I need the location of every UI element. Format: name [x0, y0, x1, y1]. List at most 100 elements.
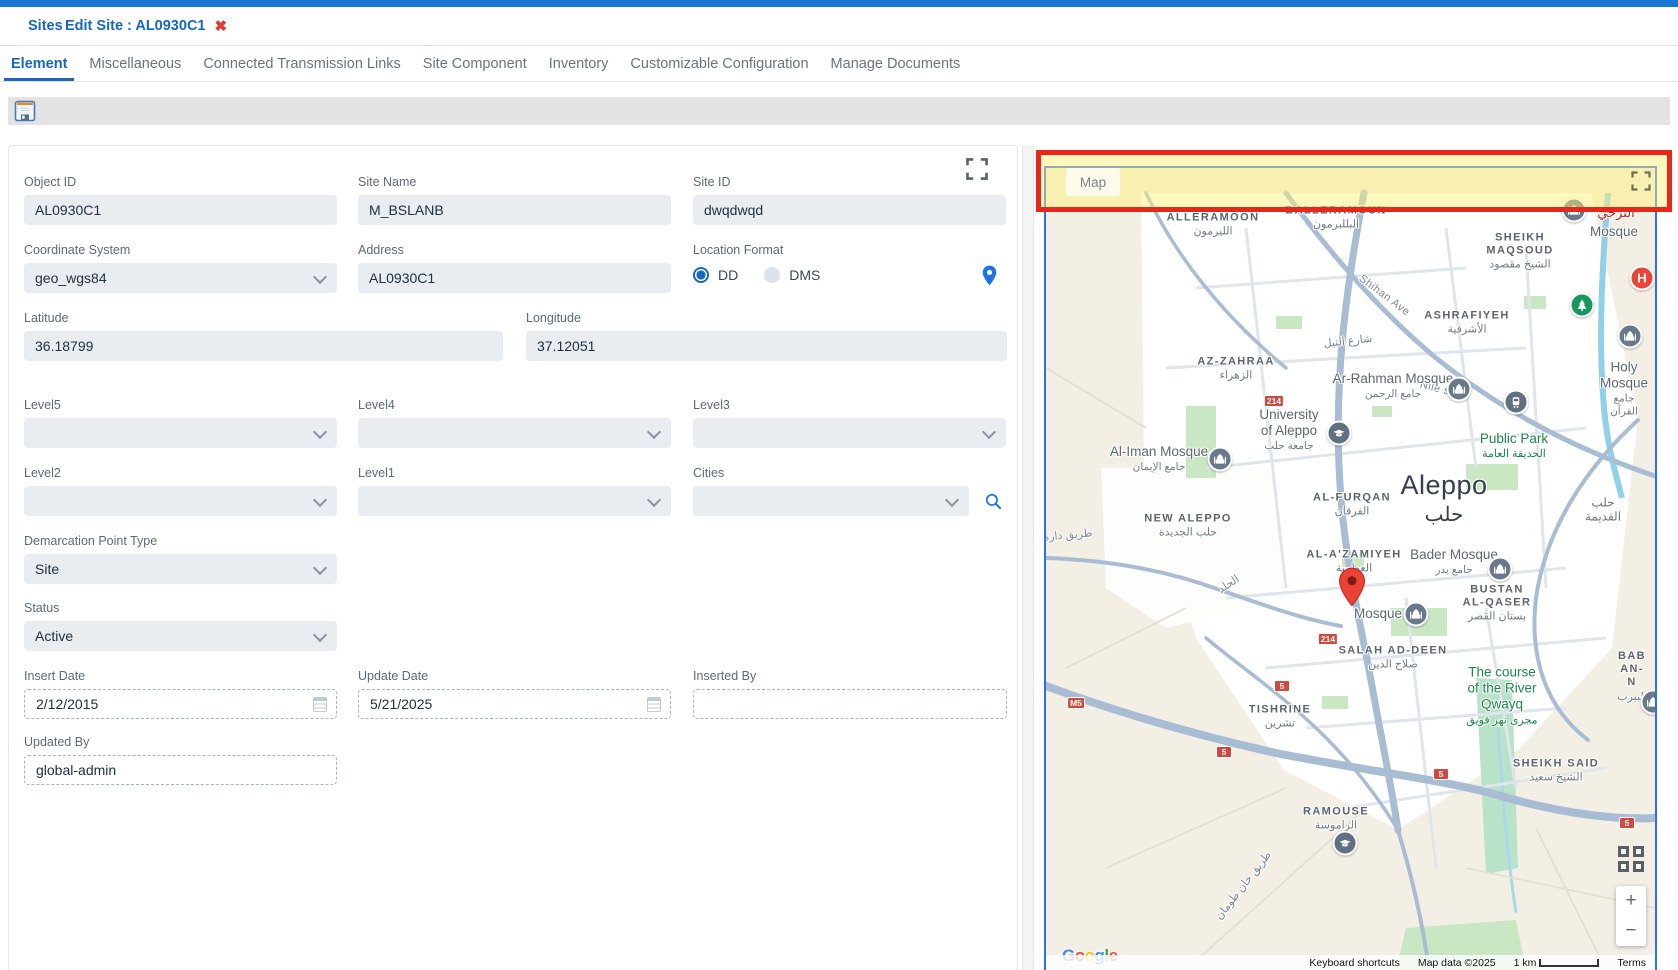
- field-label: Updated By: [24, 735, 337, 749]
- nav-connected-transmission-links[interactable]: Connected Transmission Links: [192, 46, 411, 81]
- nav-inventory[interactable]: Inventory: [538, 46, 620, 81]
- latitude-input[interactable]: 36.18799: [24, 331, 503, 361]
- zoom-in-button[interactable]: +: [1616, 886, 1646, 916]
- field-label: Object ID: [24, 175, 337, 189]
- tree-poi-icon[interactable]: [1570, 293, 1595, 318]
- object-id-value: AL0930C1: [35, 202, 101, 218]
- school-poi-icon[interactable]: [1327, 421, 1352, 446]
- nav-site-component[interactable]: Site Component: [412, 46, 538, 81]
- mosque-poi-icon[interactable]: [1208, 447, 1233, 472]
- field-label: Location Format: [693, 243, 983, 257]
- chevron-down-icon: [647, 425, 661, 439]
- tab-sites[interactable]: Sites: [28, 7, 63, 45]
- map-header-highlight-rect: Map: [1036, 150, 1672, 212]
- mosque-poi-icon[interactable]: [1641, 690, 1658, 715]
- level1-select[interactable]: [358, 486, 671, 516]
- field-longitude: Longitude 37.12051: [526, 311, 1007, 361]
- school-poi-icon[interactable]: [1333, 831, 1358, 856]
- cities-select[interactable]: [693, 486, 969, 516]
- field-level4: Level4: [358, 398, 671, 448]
- cities-search-button[interactable]: [984, 492, 1003, 516]
- level5-select[interactable]: [24, 418, 337, 448]
- map-label: AZ-ZAHRAAالزهراء: [1197, 355, 1274, 382]
- site-name-input[interactable]: M_BSLANB: [358, 195, 671, 225]
- location-pin-icon: [982, 265, 997, 286]
- map-label: الحلد: [1216, 573, 1242, 597]
- show-on-map-pin-button[interactable]: [982, 265, 997, 291]
- map-type-label: Map: [1080, 175, 1106, 190]
- map-label: TISHRINEتشرين: [1249, 703, 1312, 730]
- field-coordinate-system: Coordinate System geo_wgs84: [24, 243, 337, 293]
- nav-element[interactable]: Element: [0, 46, 78, 81]
- field-label: Inserted By: [693, 669, 1007, 683]
- address-value: AL0930C1: [369, 270, 435, 286]
- mosque-poi-icon[interactable]: [1404, 602, 1429, 627]
- inserted-by-input[interactable]: [693, 689, 1007, 719]
- insert-date-value: 2/12/2015: [36, 696, 98, 712]
- map-tiles-toggle-button[interactable]: [1618, 846, 1646, 874]
- field-level2: Level2: [24, 466, 337, 516]
- field-inserted-by: Inserted By: [693, 669, 1007, 719]
- field-insert-date: Insert Date 2/12/2015: [24, 669, 337, 719]
- update-date-input[interactable]: 5/21/2025: [358, 689, 671, 719]
- field-address: Address AL0930C1: [358, 243, 671, 293]
- site-location-marker[interactable]: [1339, 567, 1366, 612]
- map-label: Aleppoحلب: [1400, 469, 1487, 527]
- calendar-icon[interactable]: [647, 697, 661, 712]
- radio-dms[interactable]: DMS: [764, 267, 820, 283]
- save-button[interactable]: [14, 100, 36, 122]
- site-id-input[interactable]: dwqdwqd: [693, 195, 1006, 225]
- terms-link[interactable]: Terms: [1608, 957, 1655, 969]
- object-id-input[interactable]: AL0930C1: [24, 195, 337, 225]
- field-updated-by: Updated By global-admin: [24, 735, 337, 785]
- latitude-value: 36.18799: [35, 338, 93, 354]
- level4-select[interactable]: [358, 418, 671, 448]
- mosque-poi-icon[interactable]: [1618, 324, 1643, 349]
- longitude-input[interactable]: 37.12051: [526, 331, 1007, 361]
- nav-customizable-configuration[interactable]: Customizable Configuration: [619, 46, 819, 81]
- chevron-down-icon: [945, 493, 959, 507]
- map-fullscreen-button[interactable]: [1629, 169, 1653, 193]
- map-type-button[interactable]: Map: [1066, 168, 1120, 196]
- insert-date-input[interactable]: 2/12/2015: [24, 689, 337, 719]
- demarcation-point-type-select[interactable]: Site: [24, 554, 337, 584]
- keyboard-shortcuts-link[interactable]: Keyboard shortcuts: [1300, 957, 1408, 969]
- radio-dd-label: DD: [718, 267, 738, 283]
- form-scrollbar[interactable]: [1022, 145, 1034, 970]
- status-select[interactable]: Active: [24, 621, 337, 651]
- nav-manage-documents[interactable]: Manage Documents: [820, 46, 972, 81]
- field-level3: Level3: [693, 398, 1006, 448]
- nav-miscellaneous[interactable]: Miscellaneous: [78, 46, 192, 81]
- map-panel[interactable]: ALLERAMOONالليرمونBALLERAMOUNالبللبرمونS…: [1044, 166, 1657, 970]
- map-label: ALLERAMOONالليرمون: [1167, 211, 1260, 238]
- route-shield-badge: M5: [1067, 697, 1085, 709]
- level2-select[interactable]: [24, 486, 337, 516]
- address-input[interactable]: AL0930C1: [358, 263, 671, 293]
- coordinate-system-select[interactable]: geo_wgs84: [24, 263, 337, 293]
- close-tab-icon[interactable]: ✖: [214, 17, 227, 35]
- zoom-out-button[interactable]: −: [1616, 916, 1646, 946]
- field-label: Level2: [24, 466, 337, 480]
- radio-dd[interactable]: DD: [693, 267, 738, 283]
- updated-by-input[interactable]: global-admin: [24, 755, 337, 785]
- location-format-radio-group: DD DMS: [693, 267, 983, 283]
- rail-poi-icon[interactable]: [1504, 390, 1529, 415]
- hospital-poi-icon[interactable]: H: [1630, 266, 1655, 291]
- map-label: شارع النيل: [1323, 333, 1373, 351]
- map-canvas[interactable]: ALLERAMOONالليرمونBALLERAMOUNالبللبرمونS…: [1046, 168, 1655, 970]
- chevron-down-icon: [313, 270, 327, 284]
- mosque-poi-icon[interactable]: [1447, 377, 1472, 402]
- mosque-poi-icon[interactable]: [1488, 557, 1513, 582]
- app-window: Sites Edit Site : AL0930C1 ✖ Element Mis…: [0, 0, 1678, 970]
- level3-select[interactable]: [693, 418, 1006, 448]
- tab-edit-site[interactable]: Edit Site : AL0930C1 ✖: [65, 7, 227, 45]
- tab-sites-label: Sites: [28, 18, 63, 34]
- field-update-date: Update Date 5/21/2025: [358, 669, 671, 719]
- demarcation-value: Site: [35, 561, 59, 577]
- calendar-icon[interactable]: [313, 697, 327, 712]
- map-label: Shihan Ave: [1356, 273, 1412, 320]
- map-scale-label: 1 km: [1514, 957, 1537, 969]
- document-tab-bar: Sites Edit Site : AL0930C1 ✖: [0, 7, 1678, 46]
- updated-by-value: global-admin: [36, 762, 116, 778]
- map-label: The course of the River Qwayqمجرى نهر قو…: [1466, 665, 1537, 728]
